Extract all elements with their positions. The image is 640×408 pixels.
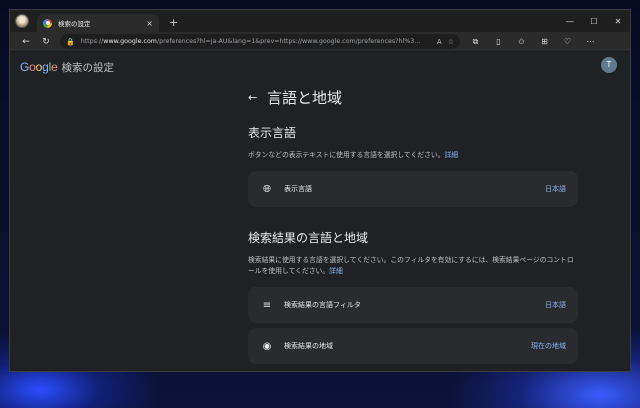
display-language-label: 表示言語 <box>284 185 312 193</box>
maximize-button[interactable]: ☐ <box>582 17 606 26</box>
header-title: 検索の設定 <box>61 62 115 74</box>
window-controls: — ☐ ✕ <box>558 10 630 32</box>
tab-close-icon[interactable]: × <box>146 19 153 28</box>
url-text[interactable]: https://www.google.com/preferences?hl=ja… <box>81 38 431 45</box>
language-filter-value[interactable]: 日本語 <box>545 300 566 310</box>
more-menu-icon[interactable]: ⋯ <box>579 37 602 47</box>
display-language-value[interactable]: 日本語 <box>545 184 566 194</box>
search-region-value[interactable]: 現在の地域 <box>531 341 566 351</box>
display-language-details-link[interactable]: 詳細 <box>445 151 459 159</box>
title-row: ← 言語と地域 <box>248 87 578 108</box>
display-language-heading: 表示言語 <box>248 126 297 140</box>
back-arrow-icon[interactable]: ← <box>248 91 264 104</box>
browser-window: 検索の設定 × + — ☐ ✕ ← ↻ 🔒 https://www.google… <box>9 9 631 372</box>
browser-essentials-icon[interactable]: ♡ <box>556 37 579 47</box>
search-results-description: 検索結果に使用する言語を選択してください。このフィルタを有効にするには、検索結果… <box>248 256 574 275</box>
new-tab-button[interactable]: + <box>169 16 178 29</box>
profile-avatar-icon[interactable] <box>15 14 29 28</box>
tab-search-settings[interactable]: 検索の設定 × <box>37 14 159 32</box>
language-filter-icon: ≡ <box>262 299 272 311</box>
search-region-label: 検索結果の地域 <box>284 342 333 350</box>
display-language-row[interactable]: 🌐︎ 表示言語 日本語 <box>248 171 578 207</box>
globe-icon: 🌐︎ <box>263 183 271 195</box>
google-favicon-icon <box>43 18 52 28</box>
lock-icon[interactable]: 🔒 <box>66 38 75 46</box>
collections-icon[interactable]: ⊞ <box>533 37 556 47</box>
favorites-icon[interactable]: ✩ <box>510 37 533 47</box>
back-arrow-icon[interactable]: ← <box>16 37 36 47</box>
tab-bar: 検索の設定 × + — ☐ ✕ <box>10 10 630 32</box>
extensions-icon[interactable]: ⧉ <box>464 37 487 47</box>
settings-content: ← 言語と地域 表示言語 ボタンなどの表示テキストに使用する言語を選択してくださ… <box>248 87 578 364</box>
search-results-details-link[interactable]: 詳細 <box>329 267 343 275</box>
google-logo[interactable]: Google <box>20 60 58 74</box>
toolbar-actions: ⧉ ▯ ✩ ⊞ ♡ ⋯ <box>464 37 602 47</box>
search-region-row[interactable]: ◉ 検索結果の地域 現在の地域 <box>248 328 578 364</box>
google-header: Google 検索の設定 <box>20 60 114 75</box>
display-language-description: ボタンなどの表示テキストに使用する言語を選択してください。詳細 <box>248 151 459 159</box>
address-bar[interactable]: 🔒 https://www.google.com/preferences?hl=… <box>60 34 460 49</box>
page-content: Google 検索の設定 T ← 言語と地域 表示言語 ボタンなどの表示テキスト… <box>10 53 630 371</box>
favorite-star-icon[interactable]: ☆ <box>448 38 454 46</box>
language-filter-row[interactable]: ≡ 検索結果の言語フィルタ 日本語 <box>248 287 578 323</box>
page-title: 言語と地域 <box>267 89 343 107</box>
account-avatar[interactable]: T <box>601 57 617 73</box>
reload-icon[interactable]: ↻ <box>36 37 56 47</box>
browser-toolbar: ← ↻ 🔒 https://www.google.com/preferences… <box>10 32 630 52</box>
search-results-heading: 検索結果の言語と地域 <box>248 231 369 245</box>
earth-icon: ◉ <box>262 340 272 352</box>
read-aloud-icon[interactable]: A <box>437 38 442 46</box>
close-window-button[interactable]: ✕ <box>606 17 630 26</box>
language-filter-label: 検索結果の言語フィルタ <box>284 301 361 309</box>
tab-title: 検索の設定 <box>58 20 91 28</box>
split-screen-icon[interactable]: ▯ <box>487 37 510 47</box>
minimize-button[interactable]: — <box>558 17 582 26</box>
